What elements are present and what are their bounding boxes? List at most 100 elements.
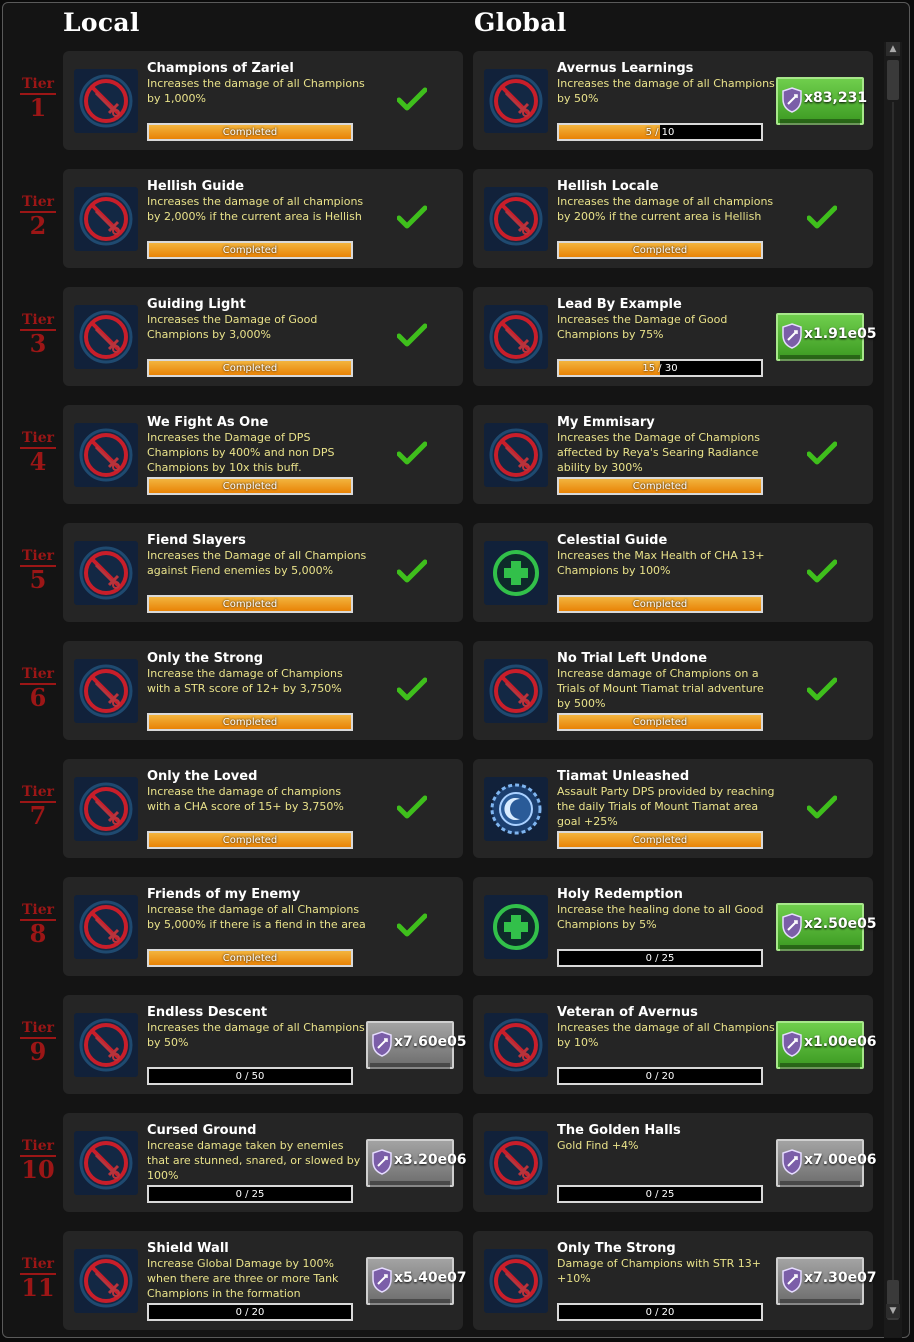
unlock-cost-button[interactable]: x83,231: [776, 77, 867, 125]
tier-word: Tier: [21, 666, 55, 682]
scroll-thumb[interactable]: [887, 60, 899, 100]
red-sword-icon: [74, 895, 138, 959]
tier-word: Tier: [21, 1138, 55, 1154]
red-sword-icon: [484, 187, 548, 251]
tier-label: Tier 9: [18, 1021, 58, 1064]
progress-bar: 5 / 10: [557, 123, 763, 141]
tier-number: 4: [29, 447, 47, 476]
global-upgrade-card[interactable]: Avernus Learnings Increases the damage of…: [473, 51, 873, 150]
red-sword-icon: [74, 69, 138, 133]
progress-bar: 0 / 25: [557, 1185, 763, 1203]
upgrade-name: Friends of my Enemy: [147, 887, 301, 902]
unlock-cost-button[interactable]: x7.60e05: [366, 1021, 467, 1069]
upgrade-description: Increase damage taken by enemies that ar…: [147, 1139, 361, 1182]
global-upgrade-card[interactable]: My Emmisary Increases the Damage of Champ…: [473, 405, 873, 504]
upgrade-description: Damage of Champions with STR 13+ +10%: [557, 1257, 761, 1285]
local-upgrade-card[interactable]: Guiding Light Increases the Damage of Goo…: [63, 287, 463, 386]
global-upgrade-card[interactable]: Tiamat Unleashed Assault Party DPS provid…: [473, 759, 873, 858]
progress-bar: Completed: [147, 123, 353, 141]
red-sword-icon: [74, 659, 138, 723]
button-shadow: [780, 945, 860, 951]
shield-currency-icon: [371, 1149, 393, 1175]
local-upgrade-card[interactable]: Champions of Zariel Increases the damage …: [63, 51, 463, 150]
progress-bar: 15 / 30: [557, 359, 763, 377]
local-upgrade-card[interactable]: Cursed Ground Increase damage taken by en…: [63, 1113, 467, 1212]
tier-label: Tier 6: [18, 667, 58, 710]
upgrade-name: Only the Strong: [147, 651, 264, 666]
progress-bar: 0 / 25: [557, 949, 763, 967]
unlock-cost-button[interactable]: x5.40e07: [366, 1257, 467, 1305]
red-sword-icon: [74, 187, 138, 251]
unlock-cost-button[interactable]: x2.50e05: [776, 903, 877, 951]
progress-text: Completed: [632, 599, 688, 610]
global-upgrade-card[interactable]: Lead By Example Increases the Damage of G…: [473, 287, 877, 386]
scroll-track[interactable]: [892, 102, 894, 1282]
upgrade-description: Increases the Damage of Good Champions b…: [147, 313, 318, 341]
progress-text: 15 / 30: [642, 363, 678, 374]
progress-bar: 0 / 20: [557, 1303, 763, 1321]
upgrade-description: Increase the damage of champions with a …: [147, 785, 344, 813]
progress-text: 0 / 25: [645, 1189, 675, 1200]
shield-currency-icon: [781, 323, 803, 349]
global-upgrade-card[interactable]: Hellish Locale Increases the damage of al…: [473, 169, 873, 268]
shield-currency-icon: [781, 913, 803, 939]
progress-text: Completed: [222, 481, 278, 492]
global-upgrade-card[interactable]: Veteran of Avernus Increases the damage o…: [473, 995, 877, 1094]
scroll-down-arrow-icon[interactable]: ▼: [886, 1304, 900, 1318]
global-upgrade-card[interactable]: The Golden Halls Gold Find +4% 0 / 25 x7.00…: [473, 1113, 877, 1212]
green-cross-icon: [484, 541, 548, 605]
upgrade-description: Increase Global Damage by 100% when ther…: [147, 1257, 339, 1300]
global-upgrade-card[interactable]: Celestial Guide Increases the Max Health …: [473, 523, 873, 622]
local-upgrade-card[interactable]: Hellish Guide Increases the damage of all…: [63, 169, 463, 268]
upgrade-description: Increase the damage of Champions with a …: [147, 667, 343, 695]
unlock-cost-button[interactable]: x3.20e06: [366, 1139, 467, 1187]
local-upgrade-card[interactable]: Endless Descent Increases the damage of a…: [63, 995, 467, 1094]
unlock-cost-button[interactable]: x1.00e06: [776, 1021, 877, 1069]
button-shadow: [780, 355, 860, 361]
progress-bar: Completed: [557, 831, 763, 849]
checkmark-icon: [806, 559, 838, 583]
progress-bar: Completed: [147, 359, 353, 377]
blue-moon-icon: [484, 777, 548, 841]
progress-text: Completed: [632, 481, 688, 492]
upgrade-description: Increases the damage of all Champions by…: [557, 77, 775, 105]
local-upgrade-card[interactable]: We Fight As One Increases the Damage of D…: [63, 405, 463, 504]
global-upgrade-card[interactable]: Only The Strong Damage of Champions with …: [473, 1231, 877, 1330]
tier-label: Tier 11: [18, 1257, 58, 1300]
red-sword-icon: [74, 1249, 138, 1313]
unlock-cost-button[interactable]: x7.30e07: [776, 1257, 877, 1305]
progress-text: 0 / 25: [235, 1189, 265, 1200]
global-upgrade-card[interactable]: No Trial Left Undone Increase damage of C…: [473, 641, 873, 740]
red-sword-icon: [74, 1013, 138, 1077]
unlock-cost-button[interactable]: x1.91e05: [776, 313, 877, 361]
button-shadow: [780, 1299, 860, 1305]
shield-currency-icon: [371, 1031, 393, 1057]
checkmark-icon: [396, 87, 428, 111]
upgrade-description: Increase the damage of all Champions by …: [147, 903, 366, 931]
checkmark-icon: [396, 323, 428, 347]
local-upgrade-card[interactable]: Fiend Slayers Increases the Damage of all…: [63, 523, 463, 622]
upgrade-name: Hellish Locale: [557, 179, 659, 194]
local-upgrade-card[interactable]: Only the Loved Increase the damage of cha…: [63, 759, 463, 858]
scroll-up-arrow-icon[interactable]: ▲: [886, 42, 900, 56]
progress-text: Completed: [632, 717, 688, 728]
global-header: Global: [474, 8, 567, 37]
tier-number: 5: [29, 565, 47, 594]
upgrade-name: Fiend Slayers: [147, 533, 246, 548]
tier-word: Tier: [21, 1256, 55, 1272]
progress-text: Completed: [222, 127, 278, 138]
global-upgrade-card[interactable]: Holy Redemption Increase the healing done…: [473, 877, 877, 976]
upgrade-description: Increases the damage of all champions by…: [557, 195, 774, 223]
local-upgrade-card[interactable]: Friends of my Enemy Increase the damage o…: [63, 877, 463, 976]
red-sword-icon: [74, 305, 138, 369]
unlock-cost-button[interactable]: x7.00e06: [776, 1139, 877, 1187]
scrollbar[interactable]: ▲ ▼: [884, 42, 902, 1338]
progress-bar: Completed: [147, 477, 353, 495]
upgrade-description: Increases the damage of all Champions by…: [557, 1021, 775, 1049]
tier-word: Tier: [21, 312, 55, 328]
local-upgrade-card[interactable]: Shield Wall Increase Global Damage by 100…: [63, 1231, 467, 1330]
local-upgrade-card[interactable]: Only the Strong Increase the damage of Ch…: [63, 641, 463, 740]
tier-word: Tier: [21, 76, 55, 92]
button-shadow: [370, 1063, 450, 1069]
upgrade-name: Guiding Light: [147, 297, 246, 312]
